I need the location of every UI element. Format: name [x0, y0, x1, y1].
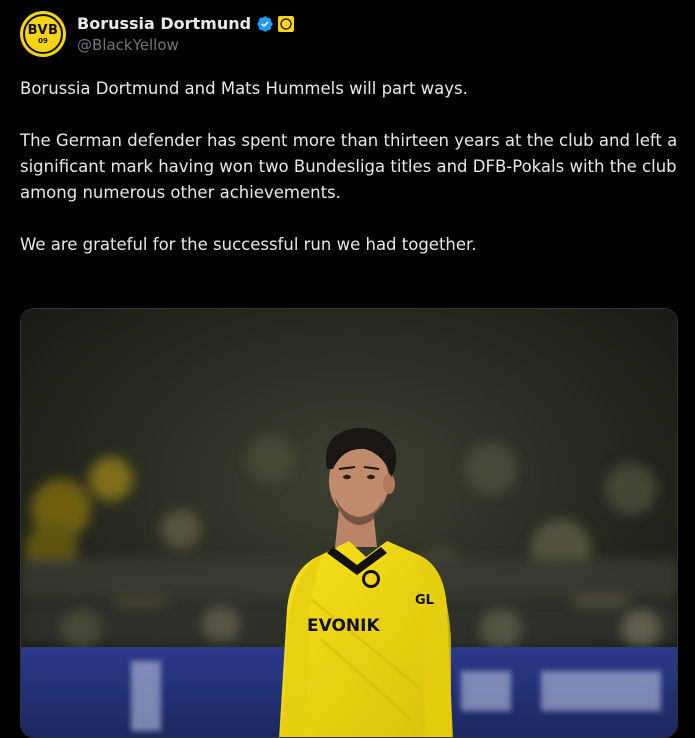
name-row: Borussia Dortmund — [77, 14, 295, 33]
account-handle[interactable]: @BlackYellow — [77, 36, 294, 54]
avatar-year: 09 — [38, 36, 48, 45]
bvb-logo-icon: BVB 09 — [23, 14, 63, 54]
tweet-paragraph: The German defender has spent more than … — [20, 131, 678, 202]
bvb-affiliate-badge-icon — [278, 15, 295, 32]
tweet-media-image[interactable]: EVONIK GL — [20, 308, 678, 738]
tweet-text: Borussia Dortmund and Mats Hummels will … — [20, 76, 680, 258]
sleeve-sponsor-text: GL — [415, 593, 434, 608]
account-names: Borussia Dortmund @BlackYellow — [77, 14, 295, 54]
player-photo: EVONIK GL — [21, 309, 677, 737]
avatar[interactable]: BVB 09 — [20, 11, 66, 57]
tweet-card: BVB 09 Borussia Dortmund @BlackYellow Bo… — [0, 0, 695, 738]
avatar-text: BVB — [27, 22, 59, 38]
jersey-sponsor-text: EVONIK — [307, 616, 380, 636]
verified-badge-icon — [256, 15, 274, 33]
tweet-header: BVB 09 Borussia Dortmund @BlackYellow — [20, 10, 295, 58]
tweet-paragraph: Borussia Dortmund and Mats Hummels will … — [20, 79, 468, 98]
display-name[interactable]: Borussia Dortmund — [77, 14, 251, 33]
tweet-paragraph: We are grateful for the successful run w… — [20, 235, 477, 254]
